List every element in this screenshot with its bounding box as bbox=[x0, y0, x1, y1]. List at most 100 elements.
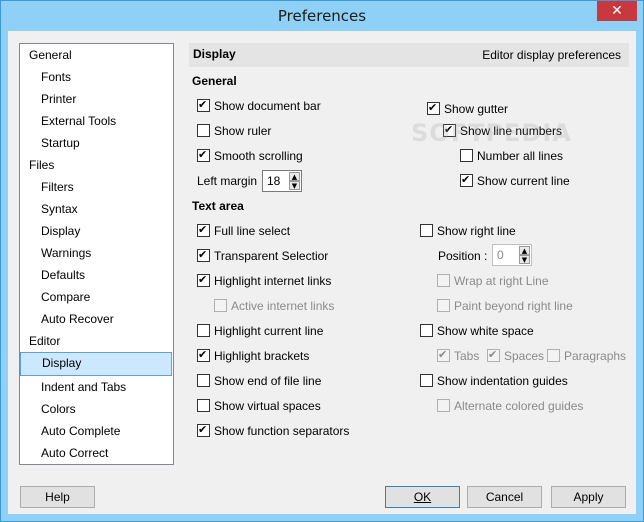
alternate-colored-guides-checkbox[interactable]: Alternate colored guides bbox=[437, 399, 583, 415]
checkbox-icon[interactable] bbox=[197, 98, 210, 112]
checkbox-label: Highlight internet links bbox=[214, 274, 332, 288]
nav-item-defaults[interactable]: Defaults bbox=[20, 264, 173, 286]
nav-item-indent-and-tabs[interactable]: Indent and Tabs bbox=[20, 376, 173, 398]
checkbox-label: Show gutter bbox=[444, 102, 509, 116]
nav-item-compare[interactable]: Compare bbox=[20, 286, 173, 308]
checkbox-icon[interactable] bbox=[197, 124, 210, 137]
nav-item-warnings[interactable]: Warnings bbox=[20, 242, 173, 264]
checkbox-icon[interactable] bbox=[437, 348, 450, 362]
panel-header: Display Editor display preferences bbox=[189, 43, 629, 67]
general-heading: General bbox=[192, 74, 237, 88]
checkbox-label: Highlight brackets bbox=[214, 349, 310, 363]
checkbox-icon[interactable] bbox=[427, 101, 440, 115]
cancel-button[interactable]: Cancel bbox=[467, 486, 542, 508]
checkbox-label: Show current line bbox=[477, 174, 570, 188]
show-white-space-checkbox[interactable]: Show white space bbox=[420, 324, 534, 340]
checkbox-icon[interactable] bbox=[197, 399, 210, 412]
spin-up-icon[interactable]: ▲ bbox=[519, 246, 530, 255]
apply-button[interactable]: Apply bbox=[551, 486, 626, 508]
number-all-lines-checkbox[interactable]: Number all lines bbox=[460, 149, 563, 165]
nav-item-general[interactable]: General bbox=[20, 44, 173, 66]
checkbox-label: Show ruler bbox=[214, 124, 272, 138]
transparent-selection-checkbox[interactable]: Transparent Selectior bbox=[197, 248, 328, 265]
checkbox-icon[interactable] bbox=[197, 273, 210, 287]
title-bar[interactable]: Preferences ✕ bbox=[1, 1, 643, 31]
checkbox-icon[interactable] bbox=[197, 248, 210, 262]
checkbox-icon[interactable] bbox=[197, 348, 210, 362]
nav-item-printer[interactable]: Printer bbox=[20, 88, 173, 110]
close-button[interactable]: ✕ bbox=[597, 1, 637, 21]
checkbox-label: Active internet links bbox=[231, 299, 335, 313]
help-button[interactable]: Help bbox=[20, 486, 95, 508]
spaces-checkbox[interactable]: Spaces bbox=[487, 348, 544, 365]
window-title: Preferences bbox=[277, 7, 367, 25]
checkbox-icon[interactable] bbox=[547, 349, 560, 362]
tabs-checkbox[interactable]: Tabs bbox=[437, 348, 479, 365]
position-value[interactable]: 0 bbox=[497, 248, 504, 262]
spin-up-icon[interactable]: ▲ bbox=[289, 172, 300, 181]
nav-item-filters[interactable]: Filters bbox=[20, 176, 173, 198]
show-end-of-file-line-checkbox[interactable]: Show end of file line bbox=[197, 374, 321, 390]
checkbox-label: Show right line bbox=[437, 224, 516, 238]
highlight-current-line-checkbox[interactable]: Highlight current line bbox=[197, 324, 323, 340]
close-icon: ✕ bbox=[611, 3, 623, 19]
checkbox-icon[interactable] bbox=[437, 399, 450, 412]
left-margin-value[interactable]: 18 bbox=[267, 174, 280, 188]
show-right-line-checkbox[interactable]: Show right line bbox=[420, 224, 516, 240]
nav-item-display[interactable]: Display bbox=[20, 352, 172, 376]
spin-down-icon[interactable]: ▼ bbox=[519, 255, 530, 264]
checkbox-icon[interactable] bbox=[460, 173, 473, 187]
smooth-scrolling-checkbox[interactable]: Smooth scrolling bbox=[197, 148, 303, 165]
nav-item-auto-complete[interactable]: Auto Complete bbox=[20, 420, 173, 442]
ok-button[interactable]: OK bbox=[385, 486, 460, 508]
full-line-select-checkbox[interactable]: Full line select bbox=[197, 223, 290, 240]
checkbox-label: Number all lines bbox=[477, 149, 564, 163]
show-gutter-checkbox[interactable]: Show gutter bbox=[427, 101, 509, 118]
checkbox-icon[interactable] bbox=[487, 348, 500, 362]
show-ruler-checkbox[interactable]: Show ruler bbox=[197, 124, 271, 140]
checkbox-icon[interactable] bbox=[197, 324, 210, 337]
checkbox-icon[interactable] bbox=[214, 299, 227, 312]
paint-beyond-right-line-checkbox[interactable]: Paint beyond right line bbox=[437, 299, 573, 315]
position-spinner[interactable]: 0 ▲ ▼ bbox=[492, 244, 532, 266]
nav-item-files[interactable]: Files bbox=[20, 154, 173, 176]
show-virtual-spaces-checkbox[interactable]: Show virtual spaces bbox=[197, 399, 321, 415]
paragraphs-checkbox[interactable]: Paragraphs bbox=[547, 349, 626, 365]
show-line-numbers-checkbox[interactable]: Show line numbers bbox=[443, 123, 562, 140]
checkbox-icon[interactable] bbox=[420, 374, 433, 387]
nav-item-auto-correct[interactable]: Auto Correct bbox=[20, 442, 173, 464]
nav-item-editor[interactable]: Editor bbox=[20, 330, 173, 352]
checkbox-icon[interactable] bbox=[197, 223, 210, 237]
checkbox-icon[interactable] bbox=[420, 224, 433, 237]
checkbox-icon[interactable] bbox=[460, 149, 473, 162]
nav-item-auto-recover[interactable]: Auto Recover bbox=[20, 308, 173, 330]
nav-item-fonts[interactable]: Fonts bbox=[20, 66, 173, 88]
left-margin-spinner[interactable]: 18 ▲ ▼ bbox=[262, 170, 302, 192]
preferences-window: Preferences ✕ General Fonts Printer Externa… bbox=[0, 0, 644, 522]
nav-item-colors[interactable]: Colors bbox=[20, 398, 173, 420]
spin-down-icon[interactable]: ▼ bbox=[289, 181, 300, 190]
nav-item-syntax[interactable]: Syntax bbox=[20, 198, 173, 220]
show-indentation-guides-checkbox[interactable]: Show indentation guides bbox=[420, 374, 568, 390]
highlight-internet-links-checkbox[interactable]: Highlight internet links bbox=[197, 273, 332, 290]
checkbox-icon[interactable] bbox=[443, 123, 456, 137]
checkbox-icon[interactable] bbox=[437, 274, 450, 287]
checkbox-label: Show end of file line bbox=[214, 374, 322, 388]
active-internet-links-checkbox[interactable]: Active internet links bbox=[214, 299, 334, 315]
checkbox-icon[interactable] bbox=[420, 324, 433, 337]
checkbox-icon[interactable] bbox=[197, 423, 210, 437]
checkbox-icon[interactable] bbox=[197, 374, 210, 387]
category-tree[interactable]: General Fonts Printer External Tools Startup… bbox=[19, 43, 174, 465]
nav-item-startup[interactable]: Startup bbox=[20, 132, 173, 154]
highlight-brackets-checkbox[interactable]: Highlight brackets bbox=[197, 348, 310, 365]
checkbox-icon[interactable] bbox=[437, 299, 450, 312]
nav-item-display[interactable]: Display bbox=[20, 220, 173, 242]
wrap-at-right-line-checkbox[interactable]: Wrap at right Line bbox=[437, 274, 549, 290]
panel-title: Display bbox=[193, 47, 236, 61]
position-label: Position : bbox=[438, 249, 488, 263]
checkbox-icon[interactable] bbox=[197, 148, 210, 162]
show-function-separators-checkbox[interactable]: Show function separators bbox=[197, 423, 349, 440]
nav-item-external-tools[interactable]: External Tools bbox=[20, 110, 173, 132]
show-document-bar-checkbox[interactable]: Show document bar bbox=[197, 98, 321, 115]
show-current-line-checkbox[interactable]: Show current line bbox=[460, 173, 570, 190]
